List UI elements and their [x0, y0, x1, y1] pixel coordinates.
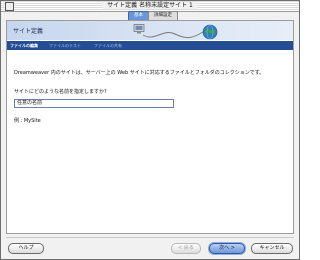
step-edit-files: ファイルの編集: [10, 43, 38, 48]
site-name-input[interactable]: [14, 99, 174, 108]
window-title-text: サイト定義 名称未設定サイト 1: [103, 2, 197, 9]
step-share-files: ファイルの共有: [94, 43, 122, 48]
connection-cable-icon: [142, 31, 204, 39]
back-button[interactable]: < 戻る: [171, 243, 201, 254]
globe-icon: [202, 24, 218, 40]
button-divider: [6, 237, 294, 238]
wizard-header-title: サイト定義: [13, 28, 44, 35]
computer-monitor-icon: [133, 24, 145, 34]
window-title: サイト定義 名称未設定サイト 1: [1, 1, 299, 11]
wizard-header: サイト定義: [7, 21, 293, 40]
cancel-button[interactable]: キャンセル: [251, 243, 293, 254]
wizard-steps: ファイルの編集 ファイルのテスト ファイルの共有: [7, 41, 293, 50]
next-button[interactable]: 次へ >: [209, 243, 245, 254]
site-description: Dreamweaver 内のサイトは、サーバー上の Web サイトに対応するファ…: [14, 70, 265, 76]
step-test-files: ファイルのテスト: [49, 43, 81, 48]
help-button[interactable]: ヘルプ: [8, 243, 44, 254]
tab-advanced[interactable]: 詳細設定: [148, 11, 178, 20]
site-definition-dialog: サイト定義 名称未設定サイト 1 基本 詳細設定 サイト定義 ファイルの編集 フ…: [0, 0, 300, 260]
wizard-panel: サイト定義 ファイルの編集 ファイルのテスト ファイルの共有 Dreamweav…: [6, 20, 294, 234]
site-name-example: 例 : MySite: [14, 118, 41, 124]
site-name-question: サイトにどのような名前を指定しますか?: [14, 89, 107, 95]
tab-basic[interactable]: 基本: [128, 11, 149, 20]
